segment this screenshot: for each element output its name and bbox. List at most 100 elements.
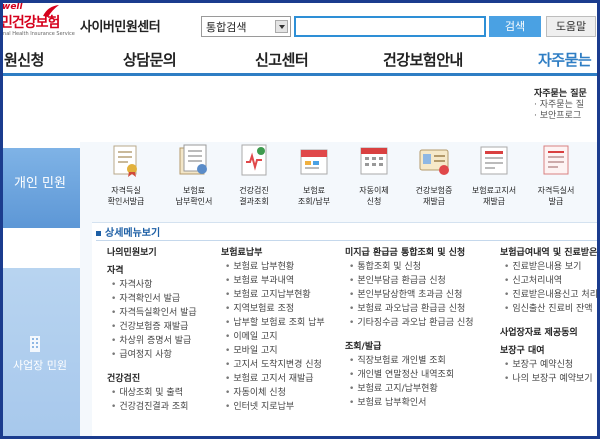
menu-link[interactable]: 지역보험료 조정 xyxy=(221,302,341,316)
card-icon xyxy=(419,149,449,175)
nav-consultation[interactable]: 상담문의 xyxy=(123,49,177,70)
nav-report-center[interactable]: 신고센터 xyxy=(255,49,309,70)
nav-civil-application[interactable]: 원신청 xyxy=(4,49,44,70)
building-icon xyxy=(30,336,40,352)
menu-link[interactable]: 모바일 고지 xyxy=(221,344,341,358)
document-icon xyxy=(179,144,207,175)
chevron-down-icon[interactable] xyxy=(275,20,288,33)
menu-link[interactable]: 자격사항 xyxy=(107,278,217,292)
search-button[interactable]: 검색 xyxy=(489,16,541,37)
quick-service-label: 결과조회 xyxy=(239,197,269,206)
search-category-value: 통합검색 xyxy=(206,21,247,34)
group-title[interactable]: 자격 xyxy=(107,264,217,278)
menu-link[interactable]: 본인부담금 환급금 신청 xyxy=(345,274,495,288)
site-title[interactable]: 사이버민원센터 xyxy=(80,16,161,35)
menu-link[interactable]: 자동이체 신청 xyxy=(221,386,341,400)
menu-link[interactable]: 임신출산 진료비 잔액 xyxy=(500,302,597,316)
quick-service-label: 납부확인서 xyxy=(175,197,213,206)
menu-link[interactable]: 자격확인서 발급 xyxy=(107,292,217,306)
nav-faq[interactable]: 자주묻는 xyxy=(538,49,592,70)
menu-link[interactable]: 인터넷 지로납부 xyxy=(221,400,341,414)
health-chart-icon xyxy=(241,144,267,176)
menu-link[interactable]: 보험료 과오납금 환급금 신청 xyxy=(345,302,495,316)
group-title[interactable]: 사업장자료 제공동의 xyxy=(500,326,597,340)
menu-link[interactable]: 보험료 고지납부현황 xyxy=(221,288,341,302)
menu-link[interactable]: 보험료 납부확인서 xyxy=(345,396,495,410)
menu-link[interactable]: 직장보험료 개인별 조회 xyxy=(345,354,495,368)
quick-service-icons: 자격득실 확인서발급 보험료 납부확인서 건강검진 결과조회 보험료 조회/납부 xyxy=(80,142,600,220)
menu-link[interactable]: 기타징수금 과오납 환급금 신청 xyxy=(345,316,495,330)
faq-item-label: 보안프로그 xyxy=(539,111,582,121)
menu-link[interactable]: 이메일 고지 xyxy=(221,330,341,344)
menu-link[interactable]: 나의 보장구 예약보기 xyxy=(500,372,597,386)
column-heading[interactable]: 미지급 환급금 통합조회 및 신청 xyxy=(345,246,495,260)
menu-link[interactable]: 고지서 도착지변경 신청 xyxy=(221,358,341,372)
menu-link[interactable]: 보험료 부과내역 xyxy=(221,274,341,288)
menu-link[interactable]: 신고처리내역 xyxy=(500,274,597,288)
menu-link[interactable]: 자격득실확인서 발급 xyxy=(107,306,217,320)
menu-link[interactable]: 납부할 보험료 조회 납부 xyxy=(221,316,341,330)
menu-link[interactable]: 차상위 증명서 발급 xyxy=(107,334,217,348)
quick-service-label: 조회/납부 xyxy=(297,197,331,206)
menu-column-refund: 미지급 환급금 통합조회 및 신청 통합조회 및 신청 본인부담금 환급금 신청… xyxy=(345,246,495,410)
quick-service-label: 재발급 xyxy=(482,197,506,206)
menu-column-my-civil: 나의민원보기 자격 자격사항 자격확인서 발급 자격득실확인서 발급 건강보험증… xyxy=(107,246,217,414)
quick-service-label: 보험료고지서 xyxy=(471,186,517,195)
column-heading[interactable]: 보험료납부 xyxy=(221,246,341,260)
certificate-icon xyxy=(113,145,137,177)
logo-tag: well xyxy=(2,2,23,12)
menu-column-premium-payment: 보험료납부 보험료 납부현황 보험료 부과내역 보험료 고지납부현황 지역보험료… xyxy=(221,246,341,414)
quick-service-item[interactable]: 건강검진 결과조회 xyxy=(224,142,284,207)
menu-column-benefits: 보험급여내역 및 진료받은 진료받은내용 보기 신고처리내역 진료받은내용신고 … xyxy=(500,246,597,386)
quick-service-item[interactable]: 보험료 조회/납부 xyxy=(284,142,344,207)
menu-link[interactable]: 건강보험증 재발급 xyxy=(107,320,217,334)
quick-service-item[interactable]: 자격득실서 발급 xyxy=(526,142,586,207)
quick-service-item[interactable]: 건강보험증 재발급 xyxy=(404,142,464,207)
header: well 민건강보험 onal Health Insurance Service… xyxy=(0,0,600,44)
quick-service-item[interactable]: 자격득실 확인서발급 xyxy=(96,142,156,207)
quick-service-label: 자동이체 xyxy=(359,186,389,195)
quick-service-item[interactable]: 자동이체 신청 xyxy=(344,142,404,207)
menu-link[interactable]: 급여정지 사항 xyxy=(107,348,217,362)
group-title[interactable]: 조회/발급 xyxy=(345,340,495,354)
nav-health-insurance-guide[interactable]: 건강보험안내 xyxy=(383,49,463,70)
detail-menu-title-label: 상세메뉴보기 xyxy=(105,228,161,239)
quick-service-label: 보험료 xyxy=(182,186,206,195)
faq-item[interactable]: · 보안프로그 xyxy=(534,111,600,122)
menu-link[interactable]: 보장구 예약신청 xyxy=(500,358,597,372)
faq-item[interactable]: · 자주묻는 질 xyxy=(534,100,600,111)
menu-link[interactable]: 진료받은내용 보기 xyxy=(500,260,597,274)
menu-link[interactable]: 대상조회 및 출력 xyxy=(107,386,217,400)
menu-link[interactable]: 개인별 연말정산 내역조회 xyxy=(345,368,495,382)
column-heading[interactable]: 보험급여내역 및 진료받은 xyxy=(500,246,597,260)
group-title[interactable]: 건강검진 xyxy=(107,372,217,386)
help-button[interactable]: 도움말 xyxy=(546,16,596,37)
logo[interactable]: well 민건강보험 onal Health Insurance Service xyxy=(0,2,75,38)
tab-personal-civil-label: 개인 민원 xyxy=(14,176,66,191)
quick-service-label: 확인서발급 xyxy=(107,197,145,206)
faq-panel: 자주묻는 질문 · 자주묻는 질 · 보안프로그 xyxy=(534,86,600,122)
menu-link[interactable]: 통합조회 및 신청 xyxy=(345,260,495,274)
quick-service-item[interactable]: 보험료고지서 재발급 xyxy=(464,142,524,207)
quick-service-item[interactable]: 보험료 납부확인서 xyxy=(164,142,224,207)
menu-link[interactable]: 보험료 납부현황 xyxy=(221,260,341,274)
search-category-select[interactable]: 통합검색 xyxy=(201,16,291,37)
column-heading[interactable]: 나의민원보기 xyxy=(107,246,217,260)
quick-service-label: 건강검진 xyxy=(239,186,269,195)
detail-menu-title[interactable]: 상세메뉴보기 xyxy=(96,224,160,239)
menu-link[interactable]: 보험료 고지서 재발급 xyxy=(221,372,341,386)
menu-link[interactable]: 보험료 고지/납부현황 xyxy=(345,382,495,396)
menu-link[interactable]: 건강검진결과 조회 xyxy=(107,400,217,414)
tab-business-civil[interactable]: 사업장 민원 xyxy=(0,268,80,439)
form-icon xyxy=(543,145,569,175)
tab-personal-civil[interactable]: 개인 민원 xyxy=(0,148,80,228)
group-title[interactable]: 보장구 대여 xyxy=(500,344,597,358)
quick-service-label: 자격득실서 xyxy=(537,186,575,195)
quick-service-label: 건강보험증 xyxy=(415,186,453,195)
menu-link[interactable]: 본인부담상한액 초과금 신청 xyxy=(345,288,495,302)
logo-name: 민건강보험 xyxy=(0,15,60,31)
menu-link[interactable]: 진료받은내용신고 처리 xyxy=(500,288,597,302)
search-input[interactable] xyxy=(294,16,486,37)
bill-icon xyxy=(300,149,328,175)
quick-service-label: 신청 xyxy=(366,197,382,206)
